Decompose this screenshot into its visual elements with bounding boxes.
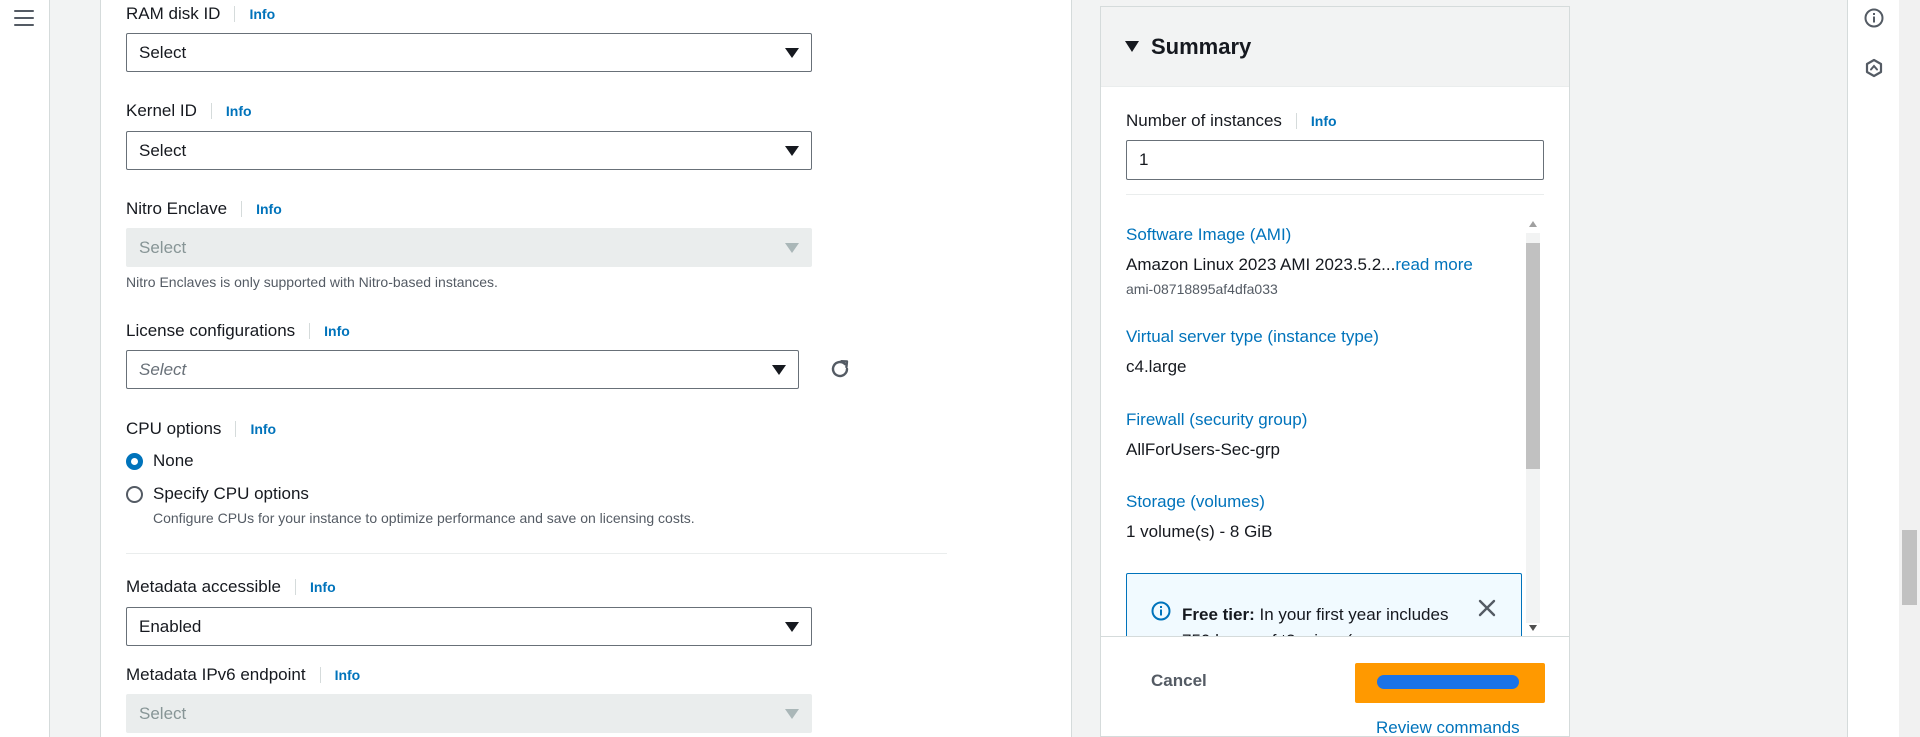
summary-toggle[interactable]: Summary [1101,7,1569,87]
ramdisk-select[interactable]: Select [126,33,812,72]
left-nav-rail [0,0,50,737]
page-scrollbar[interactable] [1899,0,1920,737]
scroll-up-arrow-icon[interactable] [1529,221,1537,227]
divider [1101,636,1569,637]
num-instances-info-link[interactable]: Info [1295,113,1337,129]
ami-id: ami-08718895af4dfa033 [1126,281,1278,297]
chevron-down-icon [785,243,799,253]
firewall-value: AllForUsers-Sec-grp [1126,440,1280,459]
cpu-options-label: CPU options Info [126,419,277,438]
scroll-thumb[interactable] [1526,243,1540,469]
chevron-down-icon [785,146,799,156]
free-tier-alert: Free tier: In your first year includes 7… [1126,573,1522,637]
cpu-specify-helper: Configure CPUs for your instance to opti… [153,510,695,526]
license-label: License configurations Info [126,321,350,340]
summary-scrollbar[interactable] [1523,217,1543,637]
cpu-option-specify[interactable]: Specify CPU options [126,484,309,504]
page-scroll-thumb[interactable] [1902,530,1917,605]
read-more-link[interactable]: read more [1395,255,1472,274]
cpu-info-link[interactable]: Info [235,421,276,437]
close-icon[interactable] [1477,598,1497,618]
info-circle-icon[interactable] [1864,8,1884,28]
storage-link[interactable]: Storage (volumes) [1126,492,1265,512]
storage-value: 1 volume(s) - 8 GiB [1126,522,1273,541]
kernel-label: Kernel ID Info [126,101,252,120]
nitro-helper-text: Nitro Enclaves is only supported with Ni… [126,274,498,290]
ami-value: Amazon Linux 2023 AMI 2023.5.2...read mo… [1126,255,1473,274]
menu-icon[interactable] [14,10,34,26]
firewall-link[interactable]: Firewall (security group) [1126,410,1307,430]
metadata-accessible-label: Metadata accessible Info [126,577,336,596]
info-icon [1151,601,1171,621]
refresh-icon[interactable] [828,357,852,381]
free-tier-text: Free tier: In your first year includes 7… [1182,605,1449,637]
summary-panel: Summary Number of instances Info 1 Softw… [1100,6,1570,737]
radio-button[interactable] [126,452,143,470]
nitro-info-link[interactable]: Info [241,201,282,217]
chevron-down-icon [772,365,786,375]
divider [1126,194,1544,195]
metadata-accessible-info-link[interactable]: Info [294,579,336,595]
chevron-down-icon [785,622,799,632]
kernel-select[interactable]: Select [126,131,812,170]
chevron-down-icon [785,709,799,719]
chevron-down-icon [785,48,799,58]
launch-instance-button[interactable]: Launch instance [1355,663,1545,703]
summary-scroll-area: Software Image (AMI) Amazon Linux 2023 A… [1126,217,1546,637]
metadata-ipv6-select: Select [126,694,812,733]
radio-button[interactable] [126,485,143,503]
instance-type-link[interactable]: Virtual server type (instance type) [1126,327,1379,347]
metadata-accessible-select[interactable]: Enabled [126,607,812,646]
num-instances-input[interactable]: 1 [1126,140,1544,180]
license-info-link[interactable]: Info [309,323,350,339]
right-tools-rail [1847,0,1899,737]
redaction-mark [1377,675,1519,689]
caret-down-icon [1125,41,1139,52]
nitro-select: Select [126,228,812,267]
cpu-option-none[interactable]: None [126,451,194,471]
kernel-info-link[interactable]: Info [210,103,252,119]
divider [126,553,947,554]
summary-title: Summary [1151,33,1252,59]
metadata-ipv6-info-link[interactable]: Info [319,667,360,683]
scroll-down-arrow-icon[interactable] [1529,625,1537,631]
ami-link[interactable]: Software Image (AMI) [1126,225,1291,245]
review-commands-link[interactable]: Review commands [1376,718,1520,737]
metadata-ipv6-label: Metadata IPv6 endpoint Info [126,665,361,684]
license-select[interactable]: Select [126,350,799,389]
nitro-label: Nitro Enclave Info [126,199,282,218]
ramdisk-info-link[interactable]: Info [234,6,275,22]
num-instances-label: Number of instances Info [1126,111,1337,130]
ramdisk-label: RAM disk ID Info [126,4,276,23]
advanced-details-form: RAM disk ID Info Select Kernel ID Info S… [100,0,1072,737]
cancel-button[interactable]: Cancel [1151,671,1207,691]
hexagon-icon[interactable] [1864,58,1884,78]
instance-type-value: c4.large [1126,357,1187,376]
